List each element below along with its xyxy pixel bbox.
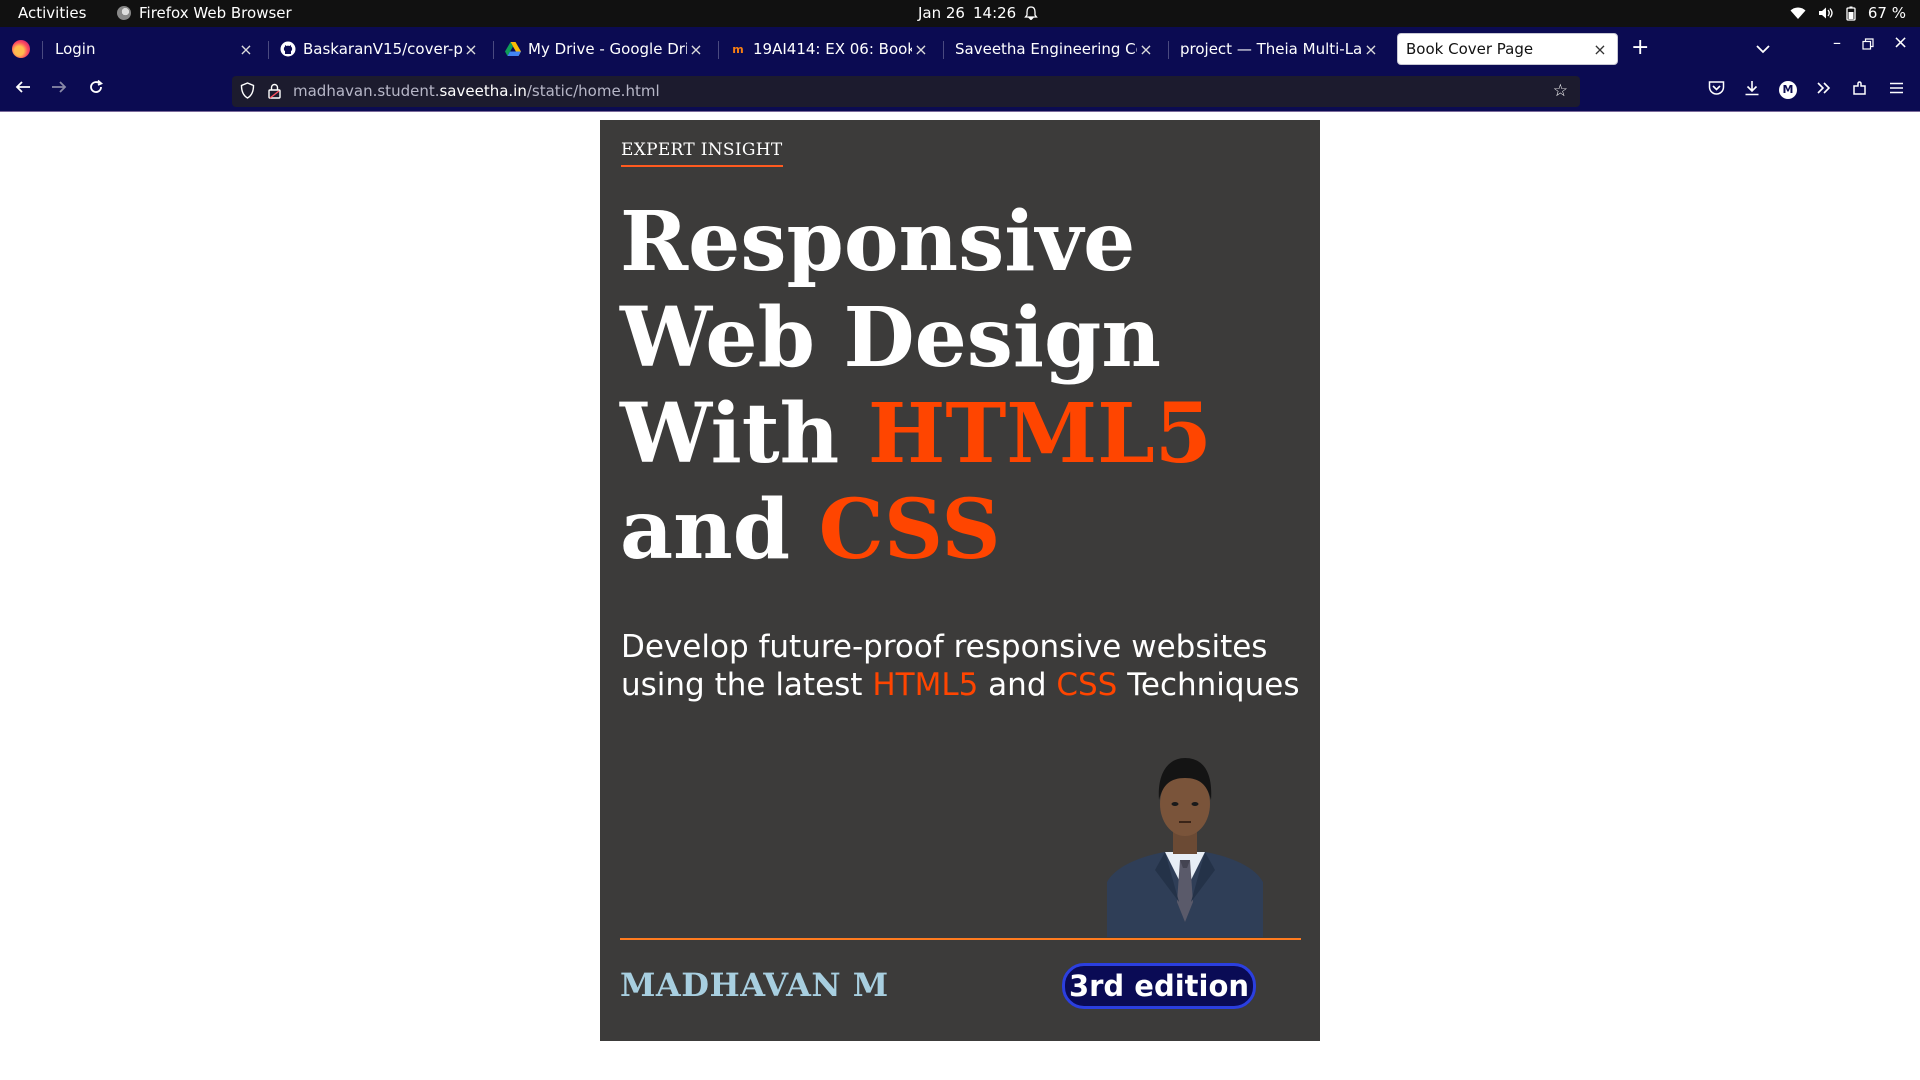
tab-moodle[interactable]: m 19AI414: EX 06: Book Cov × <box>722 33 938 65</box>
tab-label: 19AI414: EX 06: Book Cov <box>753 40 912 58</box>
address-bar[interactable]: madhavan.student.saveetha.in/static/home… <box>232 76 1580 107</box>
tab-google-drive[interactable]: My Drive - Google Drive × <box>497 33 713 65</box>
tab-github[interactable]: BaskaranV15/cover-page × <box>272 33 488 65</box>
tab-separator <box>943 41 944 59</box>
tab-separator <box>718 41 719 59</box>
tab-close-icon[interactable]: × <box>237 40 255 59</box>
author-name: MADHAVAN M <box>620 966 889 1004</box>
tab-book-cover-page[interactable]: Book Cover Page × <box>1397 33 1618 65</box>
tab-close-icon[interactable]: × <box>687 40 705 59</box>
title-line-2: Web Design <box>620 290 1162 386</box>
system-top-bar: Activities Firefox Web Browser Jan 26 14… <box>0 0 1920 27</box>
alarm-bell-icon <box>1024 6 1039 20</box>
tracking-protection-shield-icon[interactable] <box>240 82 255 103</box>
battery-icon <box>1846 6 1856 21</box>
title-line-3: With HTML5 <box>620 386 1310 482</box>
pocket-icon[interactable] <box>1705 80 1727 100</box>
wifi-icon <box>1790 7 1806 19</box>
extensions-puzzle-icon[interactable] <box>1849 80 1871 100</box>
title-line-4: and CSS <box>620 482 1310 578</box>
date-label: Jan 26 <box>918 4 965 22</box>
tab-login[interactable]: Login × <box>47 33 263 65</box>
list-all-tabs-chevron-down-icon[interactable] <box>1756 39 1770 58</box>
app-name-label: Firefox Web Browser <box>139 4 292 22</box>
tab-close-icon[interactable]: × <box>1591 40 1609 59</box>
app-menu[interactable]: Firefox Web Browser <box>117 4 292 22</box>
moodle-icon: m <box>732 42 744 56</box>
subtitle-and: and <box>978 667 1057 703</box>
tab-close-icon[interactable]: × <box>1137 40 1155 59</box>
firefox-view-icon[interactable] <box>12 40 30 58</box>
subtitle-text-2: Techniques <box>1117 667 1300 703</box>
tab-close-icon[interactable]: × <box>1362 40 1380 59</box>
tab-close-icon[interactable]: × <box>912 40 930 59</box>
hamburger-menu-icon[interactable] <box>1885 80 1907 99</box>
tab-separator <box>493 41 494 59</box>
tab-label: BaskaranV15/cover-page <box>303 40 462 58</box>
tab-theia-project[interactable]: project — Theia Multi-Langu × <box>1172 33 1388 65</box>
tab-label: Book Cover Page <box>1406 40 1534 58</box>
tab-separator <box>42 41 43 59</box>
tab-label: My Drive - Google Drive <box>528 40 687 58</box>
firefox-small-icon <box>117 6 131 20</box>
battery-percent: 67 % <box>1867 4 1906 22</box>
back-arrow-icon[interactable] <box>11 79 35 100</box>
subtitle-html5: HTML5 <box>872 667 979 703</box>
title-css: CSS <box>818 482 1001 578</box>
edition-badge: 3rd edition <box>1062 963 1256 1009</box>
account-avatar[interactable]: M <box>1779 81 1797 99</box>
restore-icon[interactable] <box>1862 35 1874 54</box>
bookmark-star-icon[interactable]: ☆ <box>1553 81 1568 101</box>
clock[interactable]: Jan 26 14:26 <box>918 4 1039 22</box>
tab-close-icon[interactable]: × <box>462 40 480 59</box>
url-subdomain: madhavan.student. <box>293 82 440 100</box>
volume-icon <box>1818 7 1833 19</box>
google-drive-icon <box>505 41 521 57</box>
url-host: saveetha.in <box>439 82 527 100</box>
tab-label: Saveetha Engineering Colleg <box>955 40 1137 58</box>
github-icon <box>280 41 296 57</box>
url-text[interactable]: madhavan.student.saveetha.in/static/home… <box>293 82 660 100</box>
tab-saveetha[interactable]: Saveetha Engineering Colleg × <box>947 33 1163 65</box>
url-path: /static/home.html <box>526 82 660 100</box>
tab-separator <box>268 41 269 59</box>
downloads-icon[interactable] <box>1741 80 1763 100</box>
title-html5: HTML5 <box>867 386 1212 482</box>
system-tray[interactable]: 67 % <box>1790 4 1906 22</box>
book-title: Responsive Web Design With HTML5 and CSS <box>620 194 1310 578</box>
activities-button[interactable]: Activities <box>18 4 86 22</box>
navigation-toolbar: madhavan.student.saveetha.in/static/home… <box>0 71 1920 111</box>
toolbar-bottom-border <box>0 111 1920 112</box>
overflow-chevrons-icon[interactable] <box>1813 80 1835 99</box>
time-label: 14:26 <box>972 4 1017 22</box>
tab-strip: Login × BaskaranV15/cover-page × My Driv… <box>0 27 1920 71</box>
forward-arrow-icon[interactable] <box>47 79 71 100</box>
book-subtitle: Develop future-proof responsive websites… <box>621 628 1311 704</box>
expert-insight-tag: EXPERT INSIGHT <box>621 140 783 167</box>
tab-separator <box>1168 41 1169 59</box>
minimize-icon[interactable]: – <box>1833 33 1841 52</box>
title-and: and <box>620 482 819 578</box>
tab-label: project — Theia Multi-Langu <box>1180 40 1362 58</box>
subtitle-css: CSS <box>1056 667 1118 703</box>
cover-divider <box>620 938 1301 940</box>
title-with: With <box>620 386 868 482</box>
close-window-icon[interactable]: × <box>1893 32 1908 53</box>
reload-icon[interactable] <box>84 79 108 100</box>
new-tab-plus-icon[interactable]: + <box>1631 35 1649 60</box>
tab-label: Login <box>55 40 96 58</box>
title-line-1: Responsive <box>620 194 1136 290</box>
book-cover: EXPERT INSIGHT Responsive Web Design Wit… <box>600 120 1320 1041</box>
author-photo <box>1107 742 1263 937</box>
lock-icon[interactable] <box>268 83 281 103</box>
